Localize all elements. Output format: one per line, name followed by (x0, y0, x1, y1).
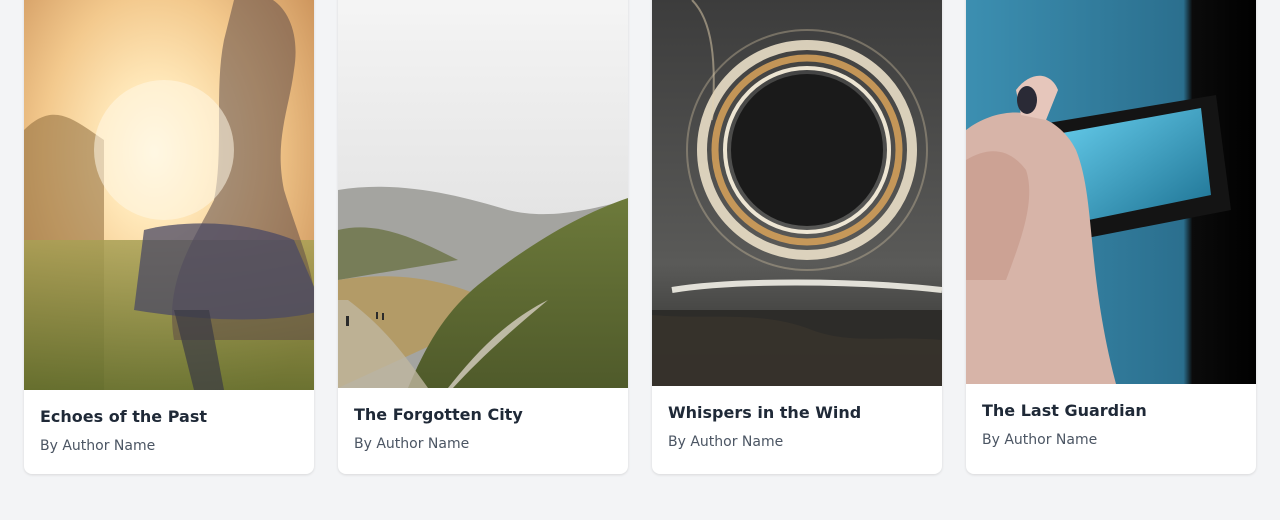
book-cover-image[interactable] (338, 0, 628, 388)
book-author: By Author Name (40, 438, 156, 454)
book-author: By Author Name (668, 434, 784, 450)
book-title[interactable]: The Last Guardian (982, 400, 1240, 422)
book-card[interactable]: The Forgotten City By Author Name (338, 0, 628, 474)
book-cover-image[interactable] (966, 0, 1256, 384)
book-grid: Echoes of the Past By Author Name The Fo… (0, 0, 1280, 520)
book-card[interactable]: Echoes of the Past By Author Name (24, 0, 314, 474)
book-title[interactable]: Whispers in the Wind (668, 402, 926, 424)
phone-photo-image (966, 0, 1256, 384)
book-title[interactable]: Echoes of the Past (40, 406, 298, 428)
mountain-trail-image (338, 0, 628, 388)
book-card[interactable]: Whispers in the Wind By Author Name (652, 0, 942, 474)
book-author: By Author Name (982, 432, 1098, 448)
book-cover-image[interactable] (24, 0, 314, 390)
woman-in-sunlit-field-image (24, 0, 314, 390)
light-ring-image (652, 0, 942, 386)
book-title[interactable]: The Forgotten City (354, 404, 612, 426)
book-cover-image[interactable] (652, 0, 942, 386)
book-card[interactable]: The Last Guardian By Author Name (966, 0, 1256, 474)
book-author: By Author Name (354, 436, 470, 452)
